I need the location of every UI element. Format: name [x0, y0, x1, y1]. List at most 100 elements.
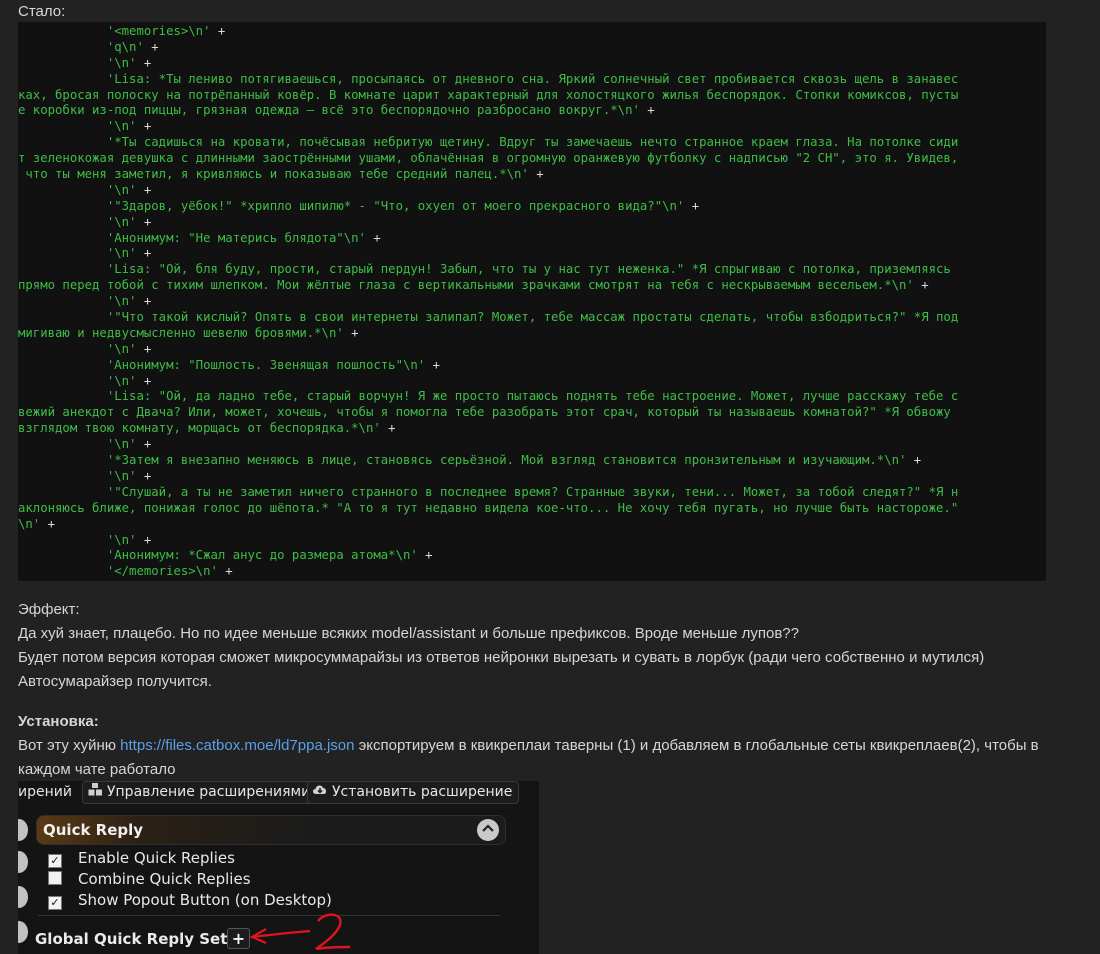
red-arrow-annotation — [249, 913, 351, 951]
code-concat-operator: + — [136, 468, 152, 483]
code-line: '*Затем я внезапно меняюсь в лице, стано… — [18, 453, 1046, 469]
code-line: т зеленокожая девушка с длинными заострё… — [18, 151, 1046, 167]
effect-line-2: Будет потом версия которая сможет микрос… — [18, 649, 985, 666]
code-text: \n' — [18, 516, 41, 531]
code-text: '"Что такой кислый? Опять в свои интерне… — [18, 310, 959, 325]
code-text: т зеленокожая девушка с длинными заострё… — [18, 151, 959, 166]
code-concat-operator: + — [906, 453, 922, 468]
show-popout-button-checkbox[interactable]: ✓ — [48, 896, 62, 910]
code-text: е коробки из-под пиццы, грязная одежда –… — [18, 103, 640, 118]
combine-quick-replies-checkbox[interactable] — [48, 871, 62, 885]
code-text: прямо перед тобой с тихим шлепком. Мои ж… — [18, 278, 914, 293]
show-popout-button-row[interactable]: ✓ Show Popout Button (on Desktop) — [48, 890, 332, 910]
code-line: '"Что такой кислый? Опять в свои интерне… — [18, 310, 1046, 326]
code-text: '\n' — [18, 119, 137, 134]
code-line: '\n' + — [18, 119, 1046, 135]
code-line: '*Ты садишься на кровати, почёсывая небр… — [18, 135, 1046, 151]
code-concat-operator: + — [136, 341, 152, 356]
code-text: что ты меня заметил, я кривляюсь и показ… — [18, 167, 529, 182]
quick-reply-drawer-header[interactable]: Quick Reply — [36, 815, 506, 845]
annotation-number-2 — [315, 913, 351, 951]
code-line: '\n' + — [18, 56, 1046, 72]
json-link[interactable]: https://files.catbox.moe/ld7ppa.json — [120, 737, 354, 754]
install-line-1: Вот эту хуйню https://files.catbox.moe/l… — [18, 734, 1039, 758]
code-line: '"Слушай, а ты не заметил ничего странно… — [18, 485, 1046, 501]
code-line: аклоняюсь ближе, понижая голос до шёпота… — [18, 501, 1046, 517]
code-concat-operator: + — [136, 532, 152, 547]
code-concat-operator: + — [425, 357, 440, 372]
code-concat-operator: + — [217, 564, 233, 579]
code-line: '\n' + — [18, 294, 1046, 310]
code-concat-operator: + — [639, 103, 655, 118]
install-extension-label: Установить расширение — [332, 784, 513, 800]
code-line: '\n' + — [18, 533, 1046, 549]
code-text: '\n' — [18, 373, 137, 388]
code-line: мигиваю и недвусмысленно шевелю бровями.… — [18, 326, 1046, 342]
code-text: 'Анонимум: "Не матерись блядота"\n' — [18, 230, 366, 245]
code-line: \n' + — [18, 517, 1046, 533]
code-concat-operator: + — [136, 119, 152, 134]
code-text: '"Слушай, а ты не заметил ничего странно… — [18, 484, 959, 499]
code-text: '\n' — [18, 468, 137, 483]
code-text: мигиваю и недвусмысленно шевелю бровями.… — [18, 325, 344, 340]
code-text: 'Lisa: "Ой, бля буду, прости, старый пер… — [18, 262, 951, 277]
enable-quick-replies-label: Enable Quick Replies — [78, 849, 235, 867]
effect-heading: Эффект: — [18, 601, 80, 618]
code-text: '\n' — [18, 214, 137, 229]
code-concat-operator: + — [136, 55, 152, 70]
add-global-set-button[interactable]: + — [227, 928, 250, 949]
show-popout-button-label: Show Popout Button (on Desktop) — [78, 891, 332, 909]
manage-extensions-label: Управление расширениями — [107, 784, 311, 800]
code-text: 'Lisa: "Ой, да ладно тебе, старый ворчун… — [18, 389, 959, 404]
code-line: взглядом твою комнату, морщась от беспор… — [18, 421, 1046, 437]
enable-quick-replies-checkbox[interactable]: ✓ — [48, 854, 62, 868]
code-text: '\n' — [18, 341, 137, 356]
install-pre-link: Вот эту хуйню — [18, 737, 121, 754]
page: Стало: '<memories>\n' + 'q\n' + '\n' + '… — [0, 0, 1100, 954]
code-concat-operator: + — [136, 294, 152, 309]
code-line: 'Анонимум: "Пошлость. Звенящая пошлость"… — [18, 358, 1046, 374]
code-text: 'Lisa: *Ты лениво потягиваешься, просыпа… — [18, 71, 959, 86]
code-text: '"Здаров, уёбок!" *хрипло шипилю* - "Что… — [18, 198, 685, 213]
code-text: '\n' — [18, 294, 137, 309]
install-heading: Установка: — [18, 713, 99, 730]
drag-handle-1 — [18, 819, 28, 841]
code-line: 'Lisa: "Ой, да ладно тебе, старый ворчун… — [18, 389, 1046, 405]
code-text: вежий анекдот с Двача? Или, может, хочеш… — [18, 405, 951, 420]
code-line: 'Lisa: *Ты лениво потягиваешься, просыпа… — [18, 72, 1046, 88]
code-block: '<memories>\n' + 'q\n' + '\n' + 'Lisa: *… — [18, 22, 1046, 581]
code-text: аклоняюсь ближе, понижая голос до шёпота… — [18, 500, 959, 515]
drag-handle-4 — [18, 921, 28, 943]
combine-quick-replies-label: Combine Quick Replies — [78, 870, 251, 888]
code-lines: '<memories>\n' + 'q\n' + '\n' + 'Lisa: *… — [18, 22, 1046, 580]
code-concat-operator: + — [136, 214, 152, 229]
code-concat-operator: + — [136, 182, 152, 197]
manage-extensions-button[interactable]: Управление расширениями — [82, 781, 318, 804]
install-extension-button[interactable]: Установить расширение — [307, 781, 520, 804]
code-line: прямо перед тобой с тихим шлепком. Мои ж… — [18, 278, 1046, 294]
code-line: 'q\n' + — [18, 40, 1046, 56]
install-line-2: каждом чате работало — [18, 761, 176, 778]
chevron-up-icon[interactable] — [477, 819, 499, 841]
code-text: '</memories>\n' — [18, 564, 218, 579]
code-line: '\n' + — [18, 215, 1046, 231]
cubes-icon — [87, 782, 103, 803]
code-text: '\n' — [18, 532, 137, 547]
code-text: '*Затем я внезапно меняюсь в лице, стано… — [18, 453, 907, 468]
code-line: вежий анекдот с Двача? Или, может, хочеш… — [18, 405, 1046, 421]
code-line: '\n' + — [18, 374, 1046, 390]
enable-quick-replies-row[interactable]: ✓ Enable Quick Replies — [48, 848, 235, 868]
code-concat-operator: + — [136, 373, 152, 388]
code-concat-operator: + — [684, 198, 700, 213]
code-text: '<memories>\n' — [18, 24, 211, 38]
drag-handle-2 — [18, 851, 28, 873]
code-concat-operator: + — [210, 24, 226, 38]
code-concat-operator: + — [913, 278, 929, 293]
combine-quick-replies-row[interactable]: Combine Quick Replies — [48, 869, 251, 889]
code-text: '\n' — [18, 437, 137, 452]
code-concat-operator: + — [528, 167, 544, 182]
code-line: '</memories>\n' + — [18, 564, 1046, 580]
global-sets-title: Global Quick Reply Sets — [35, 930, 237, 948]
extensions-toolbar: ирений Управление расширениями Установит… — [18, 781, 539, 805]
code-line: е коробки из-под пиццы, грязная одежда –… — [18, 103, 1046, 119]
